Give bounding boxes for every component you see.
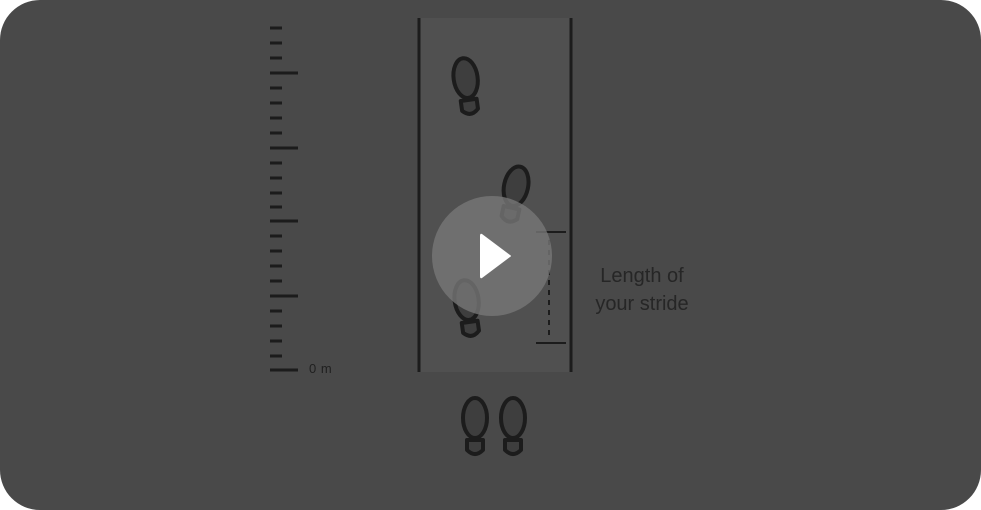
video-player[interactable]: 0 m Length of your stride (0, 0, 981, 510)
distance-ruler (270, 26, 298, 372)
stride-label-line1: Length of (600, 265, 684, 287)
play-icon (480, 233, 511, 279)
stride-label-line2: your stride (595, 293, 689, 315)
shoe-print-icon (461, 396, 489, 456)
play-button[interactable] (432, 196, 552, 316)
stride-length-label: Length of your stride (572, 262, 712, 318)
shoe-print-icon (499, 396, 527, 456)
walking-lane (419, 18, 571, 372)
ruler-zero-label: 0 m (309, 361, 333, 376)
